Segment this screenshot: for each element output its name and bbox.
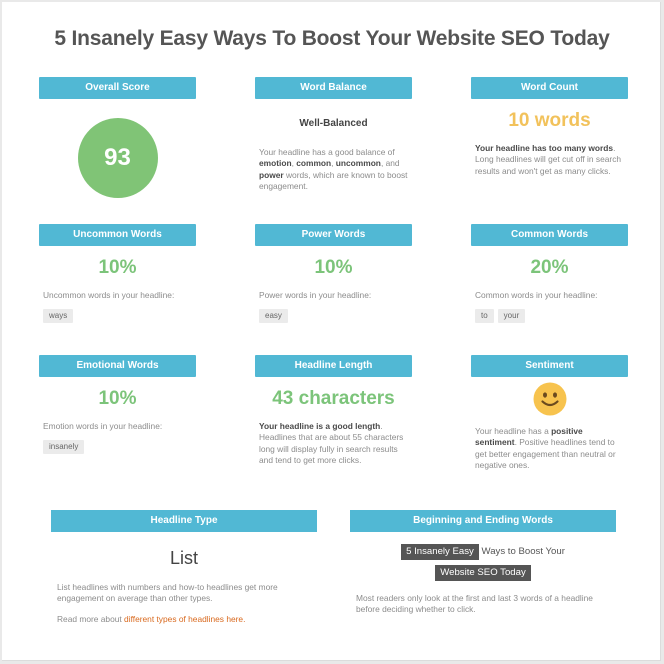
- beginning-ending-header: Beginning and Ending Words: [350, 510, 616, 532]
- common-words-label: Common words in your headline:: [475, 290, 598, 300]
- beginning-ending-card: Beginning and Ending Words 5 Insanely Ea…: [350, 510, 616, 616]
- read-more-line: Read more about different types of headl…: [51, 614, 317, 625]
- word-count-card: Word Count 10 words Your headline has to…: [471, 77, 628, 177]
- desc-bold: Your headline has too many words: [475, 143, 614, 153]
- emotional-words-chips: insanely: [39, 436, 196, 455]
- word-chip: ways: [43, 309, 74, 324]
- headline-length-description: Your headline is a good length. Headline…: [255, 421, 412, 466]
- emotional-words-label: Emotion words in your headline:: [43, 421, 163, 431]
- emotional-words-card: Emotional Words 10% Emotion words in you…: [39, 355, 196, 455]
- desc-bold: power: [259, 169, 284, 180]
- desc-text: Your headline has a: [475, 426, 552, 436]
- headline-length-header: Headline Length: [255, 355, 412, 377]
- emotional-words-header: Emotional Words: [39, 355, 196, 377]
- first-words-highlight: 5 Insanely Easy: [401, 544, 479, 560]
- headline-type-header: Headline Type: [51, 510, 317, 532]
- desc-bold: Your headline is a good length: [259, 421, 381, 431]
- headline-length-value: 43 characters: [272, 388, 395, 409]
- emotional-words-value: 10%: [98, 388, 137, 409]
- word-balance-card: Word Balance Well-Balanced Your headline…: [255, 77, 412, 192]
- desc-text: Your headline has a good balance of: [259, 147, 395, 157]
- power-words-card: Power Words 10% Power words in your head…: [255, 224, 412, 324]
- score-circle: 93: [77, 118, 158, 198]
- desc-bold: emotion: [259, 158, 292, 169]
- sentiment-card: Sentiment Your headline has a positive s…: [471, 355, 628, 471]
- common-words-chips: to your: [471, 305, 628, 324]
- desc-bold: common: [296, 158, 332, 169]
- power-words-header: Power Words: [255, 224, 412, 246]
- word-count-description: Your headline has too many words. Long h…: [471, 143, 628, 177]
- word-chip: your: [497, 309, 526, 324]
- uncommon-words-card: Uncommon Words 10% Uncommon words in you…: [39, 224, 196, 324]
- uncommon-words-value: 10%: [98, 257, 137, 278]
- headline-line-1: 5 Insanely Easy Ways to Boost Your: [350, 544, 616, 560]
- uncommon-words-header: Uncommon Words: [39, 224, 196, 246]
- page-title: 5 Insanely Easy Ways To Boost Your Websi…: [54, 27, 610, 50]
- word-count-header: Word Count: [471, 77, 628, 99]
- sentiment-description: Your headline has a positive sentiment. …: [471, 426, 628, 471]
- word-balance-header: Word Balance: [255, 77, 412, 99]
- smiley-face-icon: [533, 382, 566, 416]
- uncommon-words-chips: ways: [39, 305, 196, 324]
- power-words-value: 10%: [314, 257, 353, 278]
- word-count-value: 10 words: [508, 110, 591, 131]
- beginning-ending-description: Most readers only look at the first and …: [356, 593, 593, 615]
- headline-type-description: List headlines with numbers and how-to h…: [57, 582, 278, 604]
- headline-type-card: Headline Type List List headlines with n…: [51, 510, 317, 625]
- headline-length-card: Headline Length 43 characters Your headl…: [255, 355, 412, 466]
- desc-bold: uncommon: [335, 158, 381, 169]
- last-words-highlight: Website SEO Today: [435, 565, 531, 581]
- read-more-prefix: Read more about: [57, 613, 125, 624]
- headline-type-value: List: [169, 548, 198, 568]
- sentiment-header: Sentiment: [471, 355, 628, 377]
- headline-line-2: Website SEO Today: [350, 565, 616, 581]
- uncommon-words-label: Uncommon words in your headline:: [43, 290, 175, 300]
- common-words-header: Common Words: [471, 224, 628, 246]
- word-balance-description: Your headline has a good balance of emot…: [255, 147, 412, 192]
- overall-score-header: Overall Score: [39, 77, 196, 99]
- word-chip: to: [475, 309, 494, 324]
- overall-score-card: Overall Score 93: [39, 77, 196, 198]
- headline-types-link[interactable]: different types of headlines here.: [124, 614, 245, 624]
- middle-words: Ways to Boost Your: [481, 546, 565, 557]
- power-words-label: Power words in your headline:: [259, 290, 372, 300]
- word-chip: insanely: [43, 440, 85, 455]
- word-balance-rating: Well-Balanced: [299, 118, 368, 129]
- power-words-chips: easy: [255, 305, 412, 324]
- common-words-card: Common Words 20% Common words in your he…: [471, 224, 628, 324]
- common-words-value: 20%: [530, 257, 569, 278]
- desc-text: , and: [380, 158, 400, 169]
- word-chip: easy: [259, 309, 288, 324]
